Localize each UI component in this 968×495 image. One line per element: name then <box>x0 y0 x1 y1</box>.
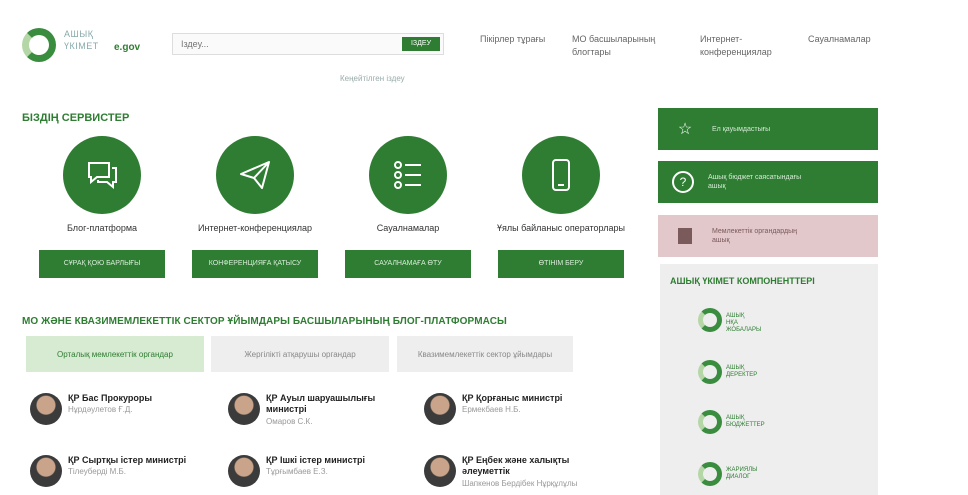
send-icon <box>240 161 270 189</box>
person-title: Ермекбаев Н.Б. <box>462 405 521 414</box>
component-logo-icon <box>698 360 722 384</box>
logo-line1: АШЫҚ <box>64 29 94 39</box>
component-draft-laws[interactable]: АШЫҚ НҚА ЖОБАЛАРЫ <box>698 308 768 338</box>
avatar <box>30 393 62 425</box>
component-logo-icon <box>698 308 722 332</box>
component-open-data[interactable]: АШЫҚ ДЕРЕКТЕР <box>698 360 768 390</box>
sidebar-button-community[interactable]: ☆ Ел қауымдастығы <box>658 108 878 150</box>
service-label: Блог-платформа <box>66 223 138 233</box>
service-button[interactable]: Конференцияға қатысу <box>192 250 318 278</box>
blog-person[interactable]: ҚР Бас Прокуроры Нұрдәулетов Ғ.Д. <box>30 393 220 433</box>
avatar <box>228 455 260 487</box>
service-circle[interactable] <box>216 136 294 214</box>
service-mobile: Ұялы байланыс операторлары Өтінім беру <box>486 136 636 278</box>
person-name: ҚР Еңбек және халықты әлеуметтік <box>462 455 570 476</box>
component-line1: АШЫҚ <box>726 313 745 319</box>
component-open-budgets[interactable]: АШЫҚ БЮДЖЕТТЕР <box>698 410 768 440</box>
person-name: ҚР Қорғаныс министрі <box>462 393 563 403</box>
star-icon: ☆ <box>677 121 693 138</box>
person-title: Шапкенов Бердібек Нұрқұлұлы <box>462 479 578 488</box>
person-name: ҚР Ішкі істер министрі <box>266 455 365 465</box>
blog-person[interactable]: ҚР Ауыл шаруашылығы министрі Омаров С.К. <box>228 393 418 433</box>
components-panel: АШЫҚ ҮКІМЕТ КОМПОНЕНТТЕРІ АШЫҚ НҚА ЖОБАЛА… <box>660 264 878 495</box>
nav-link-feedback[interactable]: Пікірлер тұрағы <box>480 33 560 46</box>
sidebar-button-budget[interactable]: ? Ашық бюджет саясатындағы ашық <box>658 161 878 203</box>
person-name: ҚР Бас Прокуроры <box>68 393 153 403</box>
component-line2: НҚА ЖОБАЛАРЫ <box>726 320 762 333</box>
avatar <box>30 455 62 487</box>
logo-line2: ҮКІМЕТ <box>64 41 99 51</box>
service-blog: Блог-платформа Сұрақ қою барлығы <box>27 136 177 278</box>
service-conferences: Интернет-конференциялар Конференцияға қа… <box>180 136 330 278</box>
sidebar-button-label: Ел қауымдастығы <box>712 125 771 133</box>
blog-person[interactable]: ҚР Еңбек және халықты әлеуметтік Шапкено… <box>424 455 614 495</box>
component-line1: ЖАРИЯЛЫ <box>726 467 758 473</box>
search-box: ІЗДЕУ <box>172 33 444 55</box>
components-heading: АШЫҚ ҮКІМЕТ КОМПОНЕНТТЕРІ <box>670 276 815 286</box>
search-input[interactable] <box>173 34 403 54</box>
service-button[interactable]: Сұрақ қою барлығы <box>39 250 165 278</box>
service-circle[interactable] <box>63 136 141 214</box>
person-title: Омаров С.К. <box>266 417 313 426</box>
service-circle[interactable] <box>522 136 600 214</box>
component-logo-icon <box>698 462 722 486</box>
document-icon <box>672 223 698 249</box>
component-line1: АШЫҚ <box>726 365 745 371</box>
sidebar-button-public-bodies[interactable]: Мемлекеттік органдардың ашық <box>658 215 878 257</box>
site-header: АШЫҚ ҮКІМЕТ e.gov ІЗДЕУ Кеңейтілген ізде… <box>0 0 968 98</box>
blog-person[interactable]: ҚР Қорғаныс министрі Ермекбаев Н.Б. <box>424 393 614 433</box>
logo-icon <box>22 28 56 62</box>
avatar <box>424 393 456 425</box>
search-button[interactable]: ІЗДЕУ <box>402 37 440 51</box>
site-logo[interactable]: АШЫҚ ҮКІМЕТ e.gov <box>22 26 162 66</box>
advanced-search-link[interactable]: Кеңейтілген іздеу <box>340 74 405 83</box>
person-title: Тілеуберді М.Б. <box>68 467 127 476</box>
person-title: Нұрдәулетов Ғ.Д. <box>68 405 133 414</box>
nav-link-blogs[interactable]: МО басшыларының блогтары <box>572 33 682 59</box>
tab-local-bodies[interactable]: Жергілікті атқарушы органдар <box>211 336 389 372</box>
service-label: Интернет-конференциялар <box>198 223 312 233</box>
tab-quasi-public[interactable]: Квазимемлекеттік сектор ұйымдары <box>397 336 573 372</box>
service-circle[interactable] <box>369 136 447 214</box>
blog-person[interactable]: ҚР Сыртқы істер министрі Тілеуберді М.Б. <box>30 455 220 495</box>
sidebar-button-label: Мемлекеттік органдардың <box>712 228 798 235</box>
service-surveys: Сауалнамалар Сауалнамаға өту <box>333 136 483 278</box>
component-public-dialogue[interactable]: ЖАРИЯЛЫ ДИАЛОГ <box>698 462 768 492</box>
component-line2: ДЕРЕКТЕР <box>726 372 758 378</box>
person-title: Тұрғымбаев Е.З. <box>266 467 328 476</box>
avatar <box>228 393 260 425</box>
blogs-heading: МО ЖӘНЕ КВАЗИМЕМЛЕКЕТТІК СЕКТОР ҰЙЫМДАРЫ… <box>22 316 507 327</box>
sidebar-button-label: Ашық бюджет саясатындағы <box>708 174 802 181</box>
sidebar-button-label2: ашық <box>708 183 726 190</box>
chat-icon <box>88 162 117 190</box>
nav-link-conferences[interactable]: Интернет-конференциялар <box>700 33 800 59</box>
phone-icon <box>552 159 570 191</box>
service-label: Ұялы байланыс операторлары <box>497 223 625 233</box>
list-icon <box>394 161 421 189</box>
avatar <box>424 455 456 487</box>
service-button[interactable]: Өтінім беру <box>498 250 624 278</box>
logo-suffix: e.gov <box>114 42 141 53</box>
person-name: ҚР Сыртқы істер министрі <box>68 455 187 465</box>
component-line2: БЮДЖЕТТЕР <box>726 422 765 428</box>
component-line2: ДИАЛОГ <box>726 474 751 480</box>
blog-person[interactable]: ҚР Ішкі істер министрі Тұрғымбаев Е.З. <box>228 455 418 495</box>
help-icon: ? <box>672 171 694 193</box>
nav-link-surveys[interactable]: Сауалнамалар <box>808 33 898 46</box>
services-heading: БІЗДІҢ СЕРВИСТЕР <box>22 112 130 124</box>
person-name: ҚР Ауыл шаруашылығы министрі <box>266 393 376 414</box>
component-line1: АШЫҚ <box>726 415 745 421</box>
component-logo-icon <box>698 410 722 434</box>
service-label: Сауалнамалар <box>376 223 440 233</box>
sidebar-button-label2: ашық <box>712 237 730 244</box>
tab-central-bodies[interactable]: Орталық мемлекеттік органдар <box>26 336 204 372</box>
service-button[interactable]: Сауалнамаға өту <box>345 250 471 278</box>
